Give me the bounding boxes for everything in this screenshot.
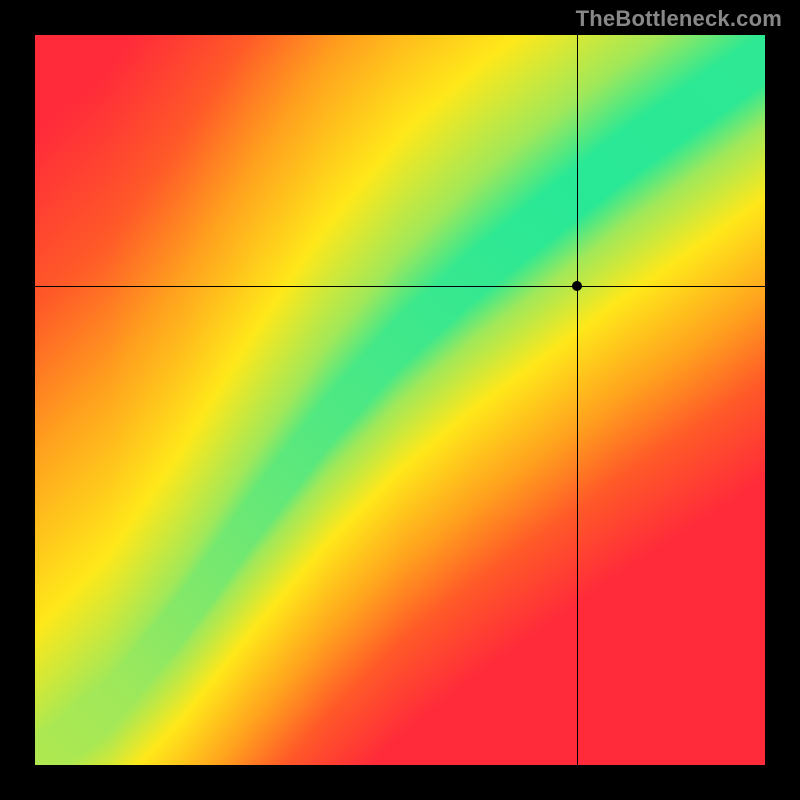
bottleneck-heatmap [35, 35, 765, 765]
crosshair-marker [572, 281, 582, 291]
crosshair-horizontal [35, 286, 765, 287]
chart-container: TheBottleneck.com [0, 0, 800, 800]
watermark-label: TheBottleneck.com [576, 6, 782, 32]
crosshair-vertical [577, 35, 578, 765]
